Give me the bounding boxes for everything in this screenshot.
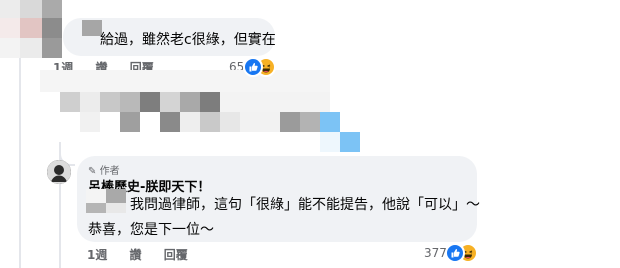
pixelated-comment-block — [40, 70, 370, 154]
like-reaction-icon — [445, 243, 465, 263]
comment-text: 給過，雖然老c很綠，但實在 — [100, 32, 276, 48]
author-name-pixelated — [82, 20, 102, 36]
like-reaction-icon — [243, 57, 263, 77]
timestamp-link[interactable]: 1週 — [87, 248, 107, 262]
author-comment-actions: 1週 讚 回覆 — [87, 246, 206, 263]
avatar-pixelated[interactable] — [0, 0, 62, 58]
reaction-count[interactable]: 377 — [424, 246, 447, 260]
mention-pixelated — [86, 189, 126, 213]
like-link[interactable]: 讚 — [130, 248, 142, 262]
comment-text-line1: 我問過律師，這句「很綠」能不能提告，他說「可以」～ — [130, 197, 480, 213]
reply-link[interactable]: 回覆 — [164, 248, 188, 262]
author-badge: ✎ 作者 — [88, 162, 120, 177]
comment-text-line2: 恭喜，您是下一位～ — [88, 222, 214, 238]
author-avatar[interactable] — [47, 160, 71, 184]
